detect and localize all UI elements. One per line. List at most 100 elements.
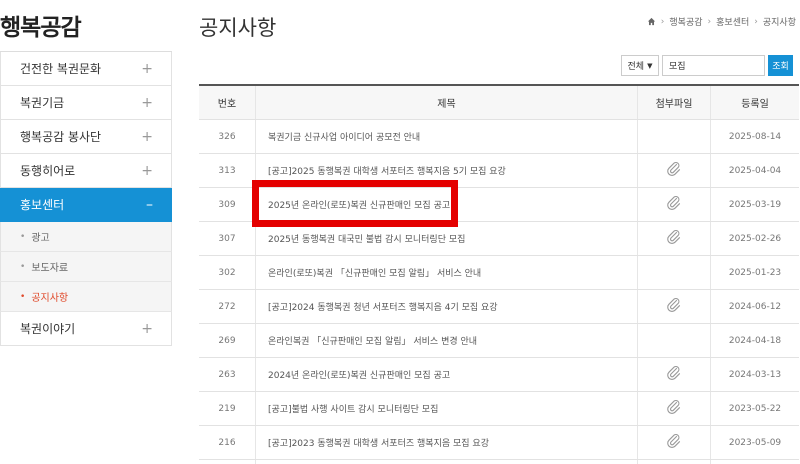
row-number: 302 (199, 256, 256, 289)
row-title-link[interactable]: 복권기금 신규사업 아이디어 공모전 안내 (256, 120, 638, 153)
bullet-icon: • (20, 261, 26, 272)
chevron-right-icon: › (754, 16, 758, 27)
row-title-link[interactable]: [공고]불법 사행 사이트 감시 모니터링단 모집 (256, 392, 638, 425)
minus-icon: – (146, 196, 153, 213)
table-header-row: 번호 제목 첨부파일 등록일 (199, 86, 799, 120)
sidebar-item-lottery-culture[interactable]: 건전한 복권문화 + (0, 52, 172, 86)
attachment-cell (638, 188, 711, 221)
column-header-number: 번호 (199, 86, 256, 119)
breadcrumb-item[interactable]: 행복공감 (669, 15, 702, 28)
paperclip-icon[interactable] (667, 433, 681, 452)
section-title: 행복공감 (0, 15, 82, 41)
sidebar-item-pr-center[interactable]: 홍보센터 – (0, 188, 172, 222)
paperclip-icon[interactable] (667, 365, 681, 384)
row-number: 313 (199, 154, 256, 187)
attachment-cell (638, 256, 711, 289)
search-bar: 전체 ▼ 조회 (621, 55, 793, 76)
row-date: 2025-03-19 (728, 199, 782, 210)
chevron-right-icon: › (660, 16, 665, 27)
home-icon[interactable] (647, 17, 656, 26)
sidebar-item-lottery-story[interactable]: 복권이야기 + (0, 312, 172, 346)
page-title: 공지사항 (199, 16, 277, 40)
row-date: 2025-01-23 (728, 267, 782, 278)
plus-icon: + (141, 60, 153, 77)
row-title-link[interactable]: [공고]2023 동행복권 대학생 서포터즈 행복지음 모집 요강 (256, 426, 638, 459)
table-row: 219 [공고]불법 사행 사이트 감시 모니터링단 모집 2023-05-22 (199, 392, 799, 426)
breadcrumb-item[interactable]: 홍보센터 (716, 15, 749, 28)
row-number: 309 (199, 188, 256, 221)
table-row: 302 온라인(로또)복권 「신규판매인 모집 알림」 서비스 안내 2025-01… (199, 256, 799, 290)
paperclip-icon[interactable] (667, 195, 681, 214)
plus-icon: + (141, 162, 153, 179)
column-header-title: 제목 (256, 86, 638, 119)
sidebar-subitem-notice[interactable]: • 공지사항 (0, 282, 172, 312)
attachment-cell (638, 154, 711, 187)
search-button[interactable]: 조회 (768, 55, 793, 76)
row-title-link[interactable]: [공고]2025 동행복권 대학생 서포터즈 행복지음 5기 모집 요강 (256, 154, 638, 187)
breadcrumb-item[interactable]: 공지사항 (763, 15, 796, 28)
row-number: 326 (199, 120, 256, 153)
bullet-icon: • (20, 291, 26, 302)
row-number: 272 (199, 290, 256, 323)
paperclip-icon[interactable] (667, 297, 681, 316)
paperclip-icon[interactable] (667, 229, 681, 248)
row-date: 2023-05-09 (728, 437, 782, 448)
sidebar-item-label: 복권이야기 (20, 322, 76, 336)
search-scope-value: 전체 (627, 62, 645, 72)
sidebar-item-hero[interactable]: 동행히어로 + (0, 154, 172, 188)
sidebar-item-label: 동행히어로 (20, 164, 76, 178)
table-row: 326 복권기금 신규사업 아이디어 공모전 안내 2025-08-14 (199, 120, 799, 154)
row-title-link[interactable]: 온라인(로또)복권 「신규판매인 모집 알림」 서비스 안내 (256, 256, 638, 289)
attachment-cell (638, 324, 711, 357)
sidebar-item-lottery-fund[interactable]: 복권기금 + (0, 86, 172, 120)
table-row: 216 [공고]2023 동행복권 대학생 서포터즈 행복지음 모집 요강 2023… (199, 426, 799, 460)
row-date: 2025-04-04 (728, 165, 782, 176)
sidebar-subitem-label: 보도자료 (31, 263, 69, 274)
table-row: 307 2025년 동행복권 대국민 불법 감시 모니터링단 모집 2025-02-… (199, 222, 799, 256)
sidebar-subitem-label: 공지사항 (31, 293, 69, 304)
plus-icon: + (141, 128, 153, 145)
sidebar-subitem-label: 광고 (31, 233, 50, 244)
table-row: 269 온라인복권 「신규판매인 모집 알림」 서비스 변경 안내 2024-04-… (199, 324, 799, 358)
row-title-link[interactable]: 2025년 동행복권 대국민 불법 감시 모니터링단 모집 (256, 222, 638, 255)
search-input[interactable] (662, 55, 765, 76)
row-date: 2025-08-14 (728, 131, 782, 142)
row-date: 2025-02-26 (728, 233, 782, 244)
sidebar-subitem-ads[interactable]: • 광고 (0, 222, 172, 252)
row-title-link[interactable]: 온라인복권 「신규판매인 모집 알림」 서비스 변경 안내 (256, 324, 638, 357)
notice-board-table: 번호 제목 첨부파일 등록일 326 복권기금 신규사업 아이디어 공모전 안내 2… (199, 84, 799, 464)
sidebar-subitem-press[interactable]: • 보도자료 (0, 252, 172, 282)
table-row: 263 2024년 온라인(로또)복권 신규판매인 모집 공고 2024-03-13 (199, 358, 799, 392)
row-date: 2024-03-13 (728, 369, 782, 380)
table-row: 313 [공고]2025 동행복권 대학생 서포터즈 행복지음 5기 모집 요강 2… (199, 154, 799, 188)
row-date: 2024-04-18 (728, 335, 782, 346)
table-row-partial (199, 460, 799, 464)
chevron-right-icon: › (707, 16, 712, 27)
row-title-link[interactable]: [공고]2024 동행복권 청년 서포터즈 행복지음 4기 모집 요강 (256, 290, 638, 323)
attachment-cell (638, 392, 711, 425)
column-header-date: 등록일 (741, 99, 769, 110)
plus-icon: + (141, 94, 153, 111)
paperclip-icon[interactable] (667, 399, 681, 418)
sidebar-item-label: 행복공감 봉사단 (20, 130, 102, 144)
table-row: 309 2025년 온라인(로또)복권 신규판매인 모집 공고 2025-03-19 (199, 188, 799, 222)
table-row: 272 [공고]2024 동행복권 청년 서포터즈 행복지음 4기 모집 요강 20… (199, 290, 799, 324)
paperclip-icon[interactable] (667, 161, 681, 180)
sidebar-item-label: 홍보센터 (20, 198, 65, 212)
row-title-link[interactable]: 2025년 온라인(로또)복권 신규판매인 모집 공고 (256, 188, 638, 221)
attachment-cell (638, 426, 711, 459)
breadcrumb: › 행복공감 › 홍보센터 › 공지사항 (647, 15, 796, 28)
sidebar-item-label: 건전한 복권문화 (20, 62, 102, 76)
row-number: 263 (199, 358, 256, 391)
row-title-link[interactable]: 2024년 온라인(로또)복권 신규판매인 모집 공고 (256, 358, 638, 391)
attachment-cell (638, 120, 711, 153)
search-scope-select[interactable]: 전체 ▼ (621, 55, 659, 76)
attachment-cell (638, 358, 711, 391)
sidebar-nav: 건전한 복권문화 + 복권기금 + 행복공감 봉사단 + 동행히어로 + 홍보센… (0, 51, 172, 346)
caret-down-icon: ▼ (647, 61, 653, 70)
sidebar-item-label: 복권기금 (20, 96, 65, 110)
column-header-attachment: 첨부파일 (638, 86, 711, 119)
sidebar-item-volunteer[interactable]: 행복공감 봉사단 + (0, 120, 172, 154)
row-date: 2024-06-12 (728, 301, 782, 312)
plus-icon: + (141, 320, 153, 337)
